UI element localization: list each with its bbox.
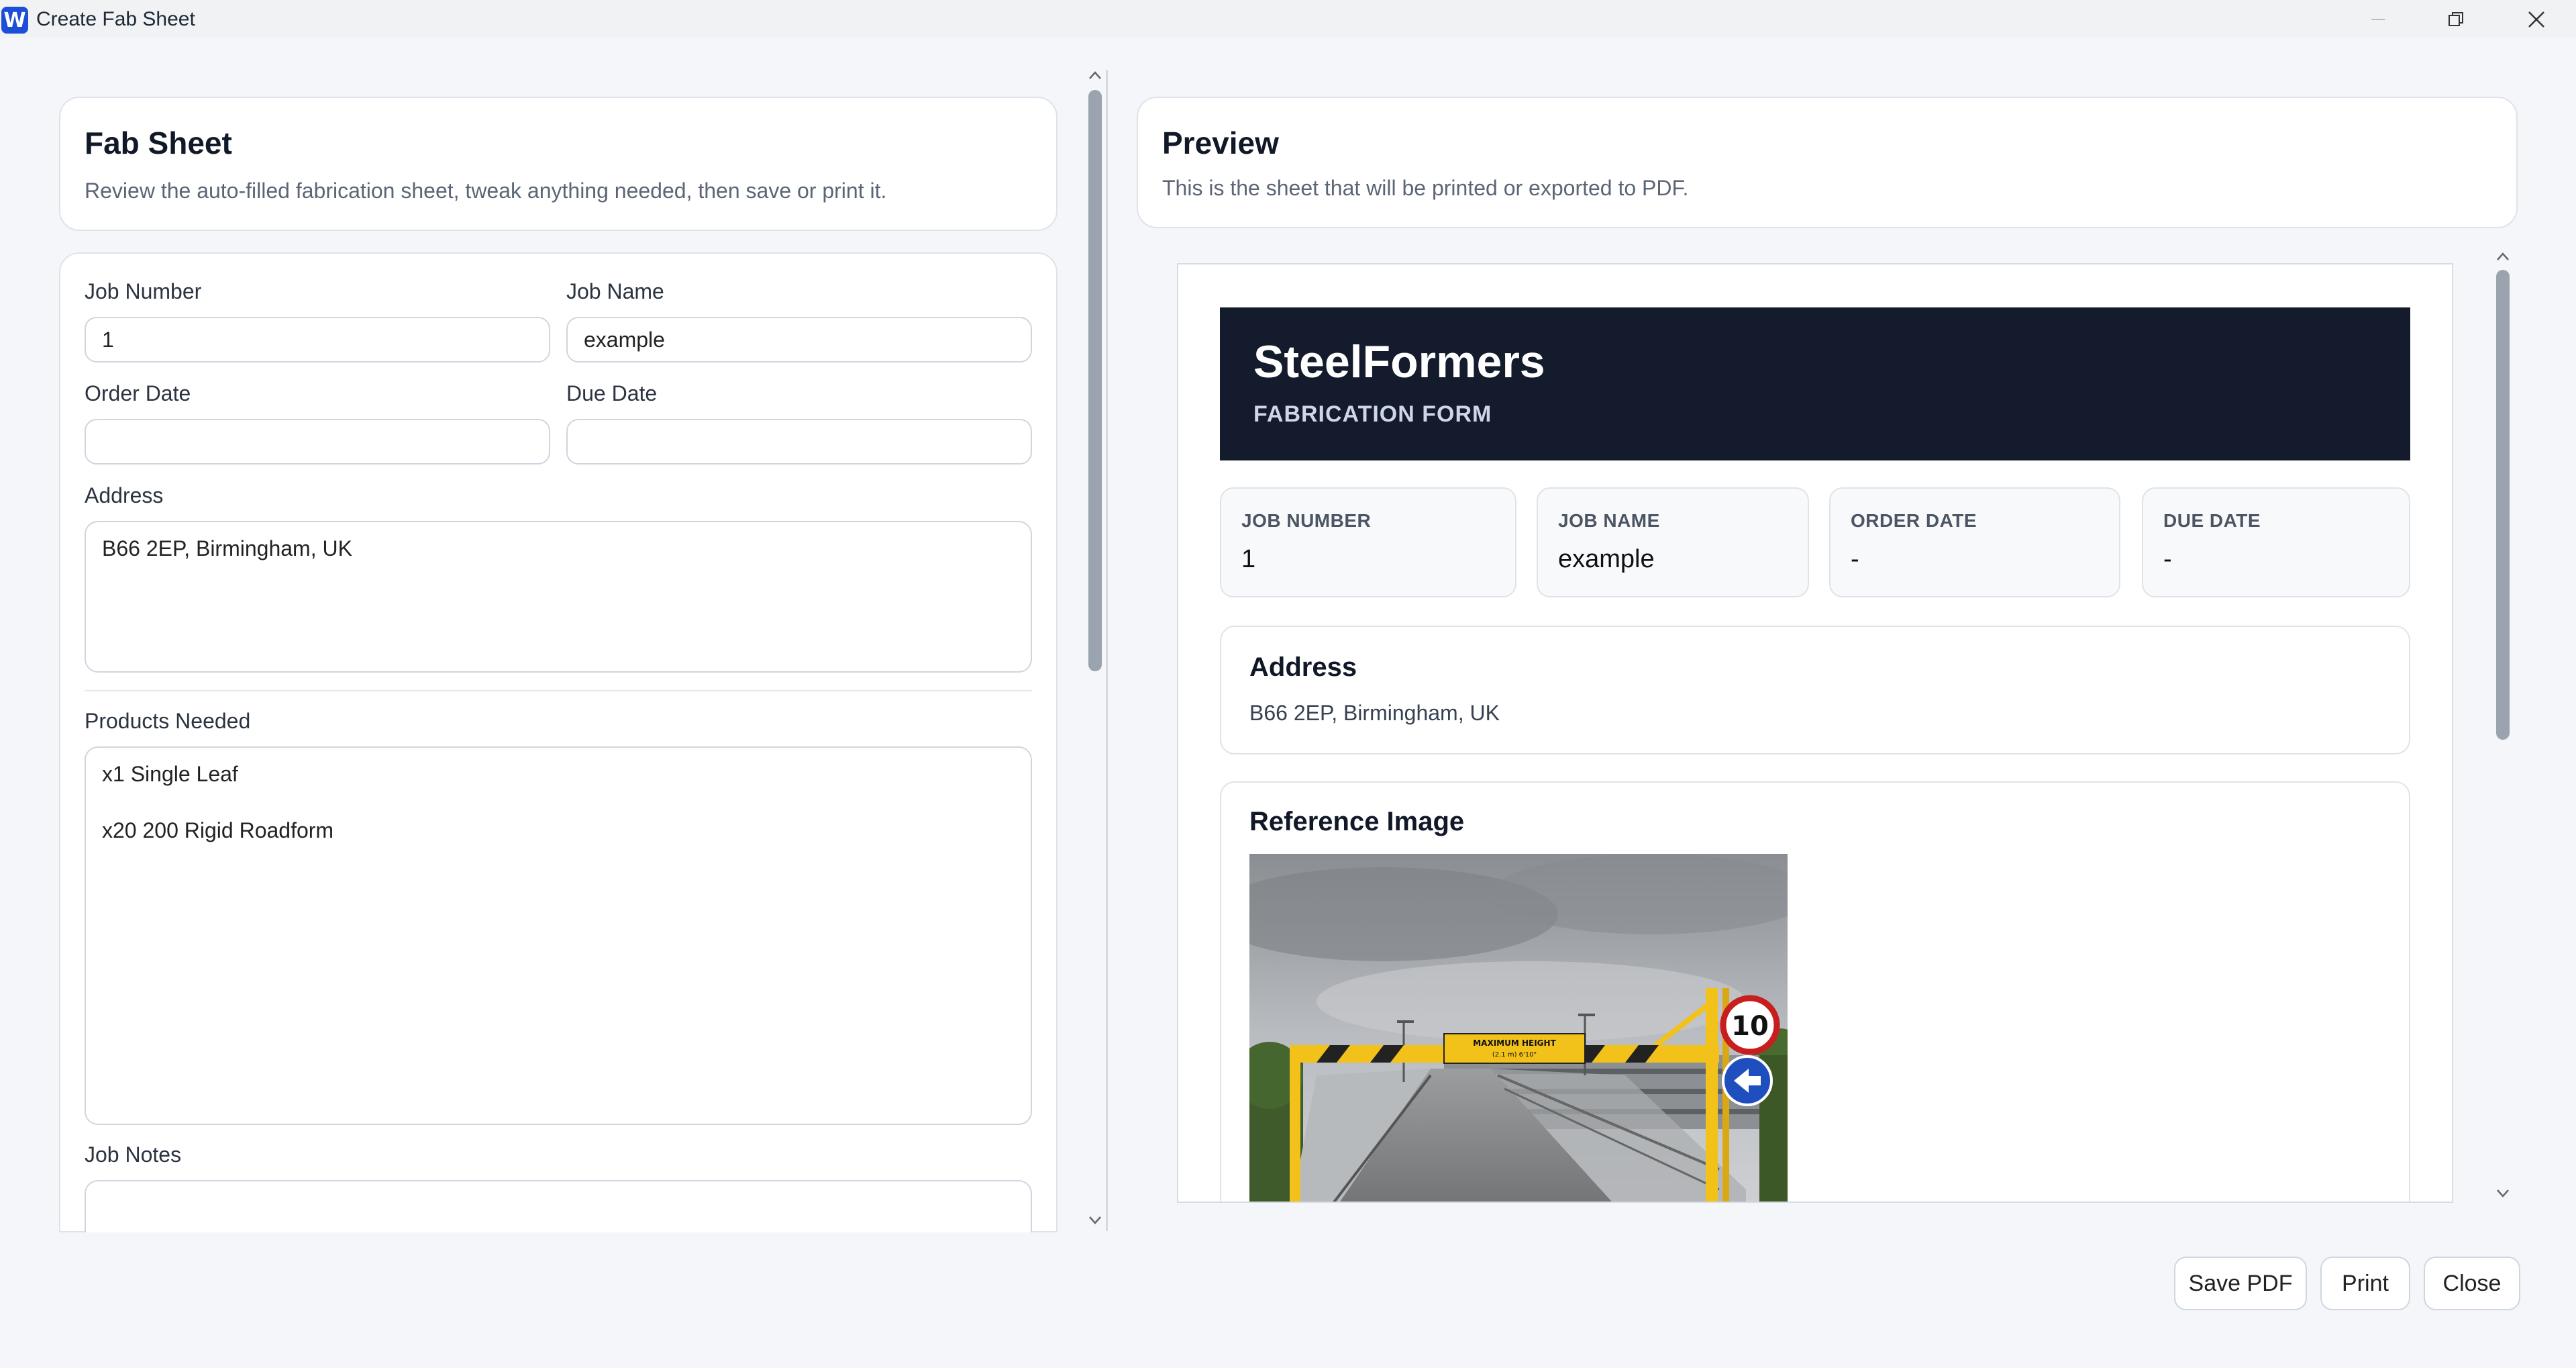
close-button[interactable]: Close — [2424, 1257, 2520, 1310]
address-section-title: Address — [1249, 652, 1357, 682]
reference-section-title: Reference Image — [1249, 807, 1465, 836]
form-subtitle: Review the auto-filled fabrication sheet… — [85, 179, 887, 203]
minimize-button[interactable] — [2345, 3, 2412, 36]
speed-limit-text: 10 — [1731, 1011, 1769, 1042]
info-value: example — [1558, 545, 1655, 573]
brand-name: SteelFormers — [1253, 336, 1545, 387]
info-label: JOB NAME — [1558, 510, 1660, 531]
info-order-date: ORDER DATE - — [1829, 487, 2120, 597]
info-label: ORDER DATE — [1851, 510, 1977, 531]
window-title: Create Fab Sheet — [36, 8, 195, 30]
form-card: Job Number 1 Job Name example Order Date… — [59, 252, 1058, 1261]
reference-image: MAXIMUM HEIGHT (2.1 m) 6'10" 10 — [1249, 854, 1788, 1202]
scroll-down-arrow-icon[interactable] — [1087, 1212, 1103, 1228]
minimize-icon — [2371, 19, 2385, 20]
job-name-label: Job Name — [566, 279, 664, 303]
form-scrollbar-thumb[interactable] — [1088, 90, 1102, 671]
reference-section: Reference Image MAXIMUM HEIGHT (2.1 m) 6… — [1220, 781, 2410, 1202]
due-date-input[interactable] — [566, 419, 1032, 465]
height-sign-text: MAXIMUM HEIGHT — [1473, 1038, 1556, 1048]
pane-splitter[interactable] — [1106, 70, 1108, 1231]
preview-title: Preview — [1162, 126, 1279, 160]
print-button[interactable]: Print — [2320, 1257, 2410, 1310]
preview-scrollbar-thumb[interactable] — [2496, 270, 2510, 740]
scroll-up-arrow-icon[interactable] — [1087, 67, 1103, 83]
info-value: 1 — [1241, 545, 1256, 573]
close-window-button[interactable] — [2503, 3, 2570, 36]
left-scroll-mask — [40, 1232, 1074, 1273]
form-divider — [85, 690, 1032, 691]
info-value: - — [1851, 545, 1859, 573]
close-icon — [2528, 11, 2544, 28]
info-label: DUE DATE — [2163, 510, 2261, 531]
scroll-down-arrow-icon[interactable] — [2495, 1185, 2511, 1202]
products-label: Products Needed — [85, 709, 251, 733]
job-name-input[interactable]: example — [566, 317, 1032, 362]
info-label: JOB NUMBER — [1241, 510, 1372, 531]
preview-header-card: Preview This is the sheet that will be p… — [1137, 97, 2518, 228]
restore-button[interactable] — [2422, 3, 2489, 36]
form-type: FABRICATION FORM — [1253, 401, 1492, 427]
preview-sheet: SteelFormers FABRICATION FORM JOB NUMBER… — [1177, 263, 2453, 1203]
restore-icon — [2449, 12, 2463, 26]
job-notes-label: Job Notes — [85, 1142, 182, 1167]
sheet-banner: SteelFormers FABRICATION FORM — [1220, 307, 2410, 460]
address-textarea[interactable]: B66 2EP, Birmingham, UK — [85, 521, 1032, 673]
scroll-up-arrow-icon[interactable] — [2495, 248, 2511, 264]
job-number-input[interactable]: 1 — [85, 317, 550, 362]
info-due-date: DUE DATE - — [2142, 487, 2410, 597]
save-pdf-button[interactable]: Save PDF — [2174, 1257, 2307, 1310]
preview-subtitle: This is the sheet that will be printed o… — [1162, 176, 1689, 200]
preview-scrollbar[interactable] — [2488, 248, 2518, 1208]
order-date-label: Order Date — [85, 381, 191, 405]
app-logo-icon: W — [1, 7, 28, 34]
products-textarea[interactable]: x1 Single Leaf x20 200 Rigid Roadform — [85, 746, 1032, 1125]
height-sign-subtext: (2.1 m) 6'10" — [1492, 1051, 1537, 1059]
order-date-input[interactable] — [85, 419, 550, 465]
due-date-label: Due Date — [566, 381, 658, 405]
form-header-card: Fab Sheet Review the auto-filled fabrica… — [59, 97, 1058, 231]
info-job-number: JOB NUMBER 1 — [1220, 487, 1516, 597]
address-section-value: B66 2EP, Birmingham, UK — [1249, 701, 1500, 725]
address-section: Address B66 2EP, Birmingham, UK — [1220, 626, 2410, 754]
form-title: Fab Sheet — [85, 126, 232, 160]
info-job-name: JOB NAME example — [1537, 487, 1809, 597]
title-bar: W Create Fab Sheet — [0, 0, 2576, 38]
job-number-label: Job Number — [85, 279, 202, 303]
address-label: Address — [85, 483, 164, 507]
info-value: - — [2163, 545, 2172, 573]
